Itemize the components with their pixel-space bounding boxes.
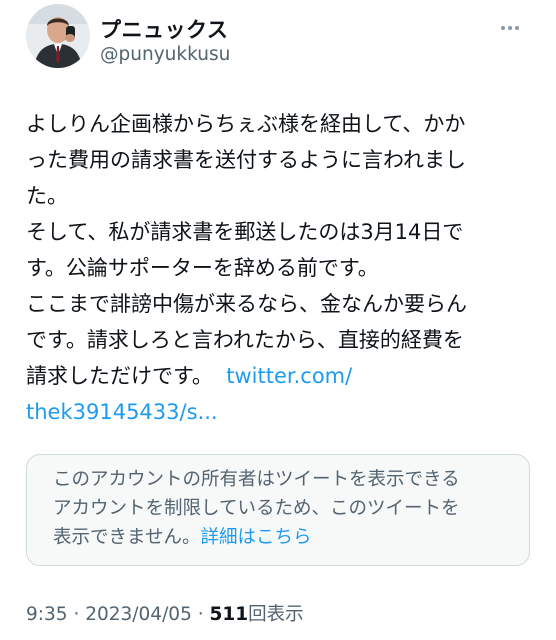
more-dot	[515, 26, 519, 30]
tweet-line: thek39145433/s...	[26, 394, 530, 430]
tweet-link[interactable]: twitter.com/	[226, 364, 352, 388]
tweet-line-last: 請求しただけです。 twitter.com/	[26, 358, 530, 394]
withheld-line: このアカウントの所有者はツイートを表示できる	[53, 469, 460, 490]
view-label: 回表示	[248, 604, 304, 625]
more-dot	[508, 26, 512, 30]
withheld-line: 表示できません。詳細はこちら	[53, 523, 503, 552]
tweet-line: そして、私が請求書を郵送したのは3月14日で	[26, 220, 464, 244]
withheld-line: アカウントを制限しているため、このツイートを	[53, 498, 460, 519]
tweet-line-text: 請求しただけです。	[26, 364, 213, 388]
tweet-line: よしりん企画様からちぇぶ様を経由して、かか	[26, 112, 466, 136]
tweet-line: た。	[26, 184, 68, 208]
user-avatar-icon	[26, 4, 90, 68]
tweet-line: ここまで誹謗中傷が来るなら、金なんか要らん	[26, 292, 467, 316]
more-options-icon[interactable]	[496, 20, 524, 36]
tweet-text: よしりん企画様からちぇぶ様を経由して、かか った費用の請求書を送付するように言わ…	[26, 106, 530, 430]
view-count: 511	[209, 604, 249, 625]
tweet-line: です。請求しろと言われたから、直接的経費を	[26, 328, 464, 352]
display-name[interactable]: プニュックス	[100, 14, 228, 44]
meta-separator: ·	[197, 604, 204, 625]
learn-more-link[interactable]: 詳細はこちら	[200, 527, 311, 548]
tweet-meta: 9:35 · 2023/04/05 · 511回表示	[26, 600, 304, 626]
tweet-link-continued[interactable]: thek39145433/s...	[26, 400, 218, 424]
withheld-line-text: 表示できません。	[53, 527, 201, 548]
meta-separator: ·	[73, 604, 80, 625]
user-handle[interactable]: @punyukkusu	[100, 44, 230, 65]
withheld-notice: このアカウントの所有者はツイートを表示できる アカウントを制限しているため、この…	[26, 454, 530, 566]
tweet-header: プニュックス @punyukkusu	[26, 4, 536, 72]
more-dot	[501, 26, 505, 30]
tweet-time[interactable]: 9:35	[26, 604, 68, 625]
avatar[interactable]	[26, 4, 90, 68]
tweet-line: った費用の請求書を送付するように言われまし	[26, 148, 466, 172]
tweet-date[interactable]: 2023/04/05	[85, 604, 192, 625]
tweet-line: す。公論サポーターを辞める前です。	[26, 256, 379, 280]
